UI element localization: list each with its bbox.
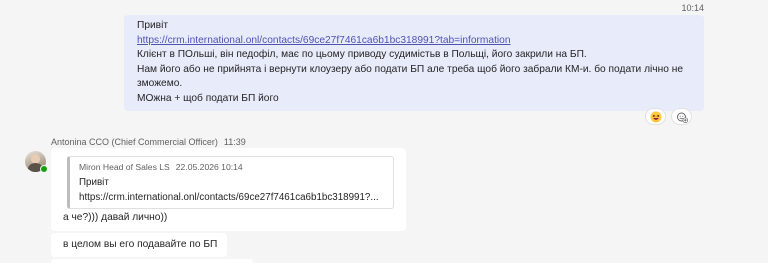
message-timestamp: 10:14 xyxy=(681,3,704,13)
quote-text: https://crm.international.onl/contacts/6… xyxy=(79,192,379,203)
message-line: Клієнт в ПОльші, він педофіл, має по цьо… xyxy=(137,49,587,61)
message-line: зможемо. xyxy=(137,78,183,90)
presence-available-icon xyxy=(40,165,48,173)
quote-header: Miron Head of Sales LS 22.05.2026 10:14 xyxy=(79,161,384,174)
add-reaction-button[interactable] xyxy=(671,108,692,125)
reaction-bar xyxy=(645,108,692,125)
message-bubble[interactable] xyxy=(51,259,253,263)
laughing-emoji-reaction[interactable] xyxy=(645,108,666,125)
laughing-emoji-icon xyxy=(650,111,661,122)
sender-name: Antonina CCO (Chief Commercial Officer) xyxy=(51,137,218,147)
message-line: Нам його або не прийнята і вернути клоуз… xyxy=(137,63,683,75)
message-line: Привіт xyxy=(137,20,169,31)
message-timestamp: 11:39 xyxy=(223,137,246,147)
quoted-reply[interactable]: Miron Head of Sales LS 22.05.2026 10:14 П… xyxy=(67,156,394,209)
message-text: а че?))) давай лично)) xyxy=(63,212,168,223)
message-bubble[interactable]: Miron Head of Sales LS 22.05.2026 10:14 П… xyxy=(51,148,406,231)
crm-contact-link[interactable]: https://crm.international.onl/contacts/6… xyxy=(137,35,511,46)
chat-pane: 10:14 Привіт https://crm.international.o… xyxy=(0,0,768,263)
own-message-bubble[interactable]: Привіт https://crm.international.onl/con… xyxy=(124,15,704,111)
add-reaction-icon xyxy=(676,112,688,123)
message-line: МОжна + щоб подати БП його xyxy=(137,92,279,104)
quote-text: Привіт xyxy=(79,177,109,188)
message-text: в целом вы его подавайте по БП xyxy=(63,239,218,250)
quote-date: 22.05.2026 10:14 xyxy=(175,162,243,172)
message-header: Antonina CCO (Chief Commercial Officer) 1… xyxy=(51,137,246,147)
message-bubble[interactable]: в целом вы его подавайте по БП xyxy=(51,233,227,257)
quote-author: Miron Head of Sales LS xyxy=(79,162,170,172)
